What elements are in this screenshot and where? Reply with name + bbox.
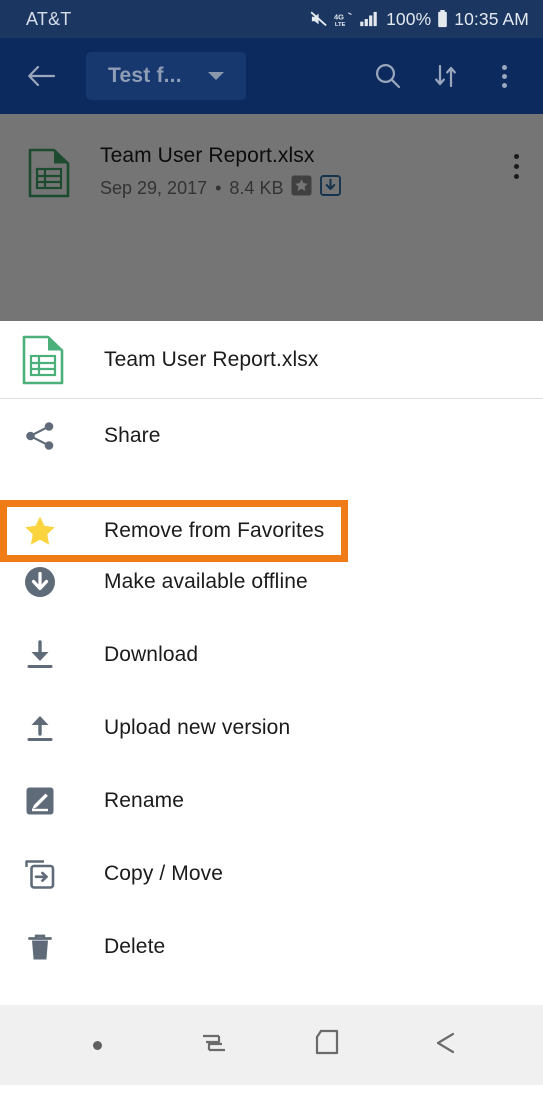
table-row[interactable]: Team User Report.xlsx Sep 29, 2017 • 8.4… — [0, 134, 543, 214]
menu-item-upload-new-version[interactable]: Upload new version — [0, 691, 543, 764]
file-subtitle: Sep 29, 2017 • 8.4 KB — [100, 175, 342, 201]
menu-item-label: Rename — [104, 788, 184, 812]
nav-recents-button[interactable] — [156, 1026, 272, 1065]
file-date-label: Sep 29, 2017 — [100, 178, 208, 198]
svg-text:LTE: LTE — [335, 22, 346, 28]
trash-icon — [22, 929, 74, 965]
menu-item-label: Copy / Move — [104, 861, 223, 885]
menu-item-label: Remove from Favorites — [104, 519, 325, 542]
copy-move-icon — [22, 856, 74, 892]
menu-item-share[interactable]: Share — [0, 399, 543, 472]
menu-item-label: Upload new version — [104, 715, 291, 739]
bottom-sheet-title: Team User Report.xlsx — [104, 347, 319, 371]
nav-dot-indicator — [40, 1040, 156, 1050]
battery-percent-label: 100% — [386, 8, 432, 29]
row-overflow-menu-icon[interactable] — [514, 142, 525, 184]
file-meta: Team User Report.xlsx Sep 29, 2017 • 8.4… — [80, 142, 342, 201]
phone-screen: AT&T 4G LTE 100% 10:35 AM Test f... Team… — [0, 0, 543, 1097]
chevron-down-icon — [207, 72, 224, 80]
menu-item-remove-from-favorites[interactable]: Remove from Favorites — [0, 500, 348, 562]
back-arrow-icon[interactable] — [18, 53, 64, 99]
offline-badge — [320, 175, 342, 201]
pencil-edit-icon — [22, 783, 74, 819]
svg-text:4G: 4G — [334, 12, 344, 21]
sort-icon[interactable] — [423, 53, 469, 99]
dot-indicator-icon — [93, 1040, 103, 1050]
menu-item-label: Share — [104, 423, 161, 447]
download-icon — [22, 637, 74, 673]
app-toolbar: Test f... — [0, 38, 543, 114]
menu-item-rename[interactable]: Rename — [0, 764, 543, 837]
file-name-label: Team User Report.xlsx — [100, 144, 315, 167]
overflow-dots — [501, 64, 507, 88]
back-icon — [428, 1026, 462, 1065]
folder-title-label: Test f... — [108, 64, 182, 87]
favorite-badge — [291, 175, 312, 201]
overflow-menu-icon[interactable] — [481, 53, 527, 99]
share-icon — [22, 418, 74, 454]
menu-item-label: Delete — [104, 934, 166, 958]
nav-home-button[interactable] — [272, 1026, 388, 1065]
page-bottom-edge — [0, 1085, 543, 1097]
mute-icon — [310, 11, 328, 27]
spreadsheet-file-icon — [22, 335, 74, 385]
battery-icon — [437, 10, 448, 28]
signal-icon — [360, 11, 380, 27]
android-navigation-bar — [0, 1005, 543, 1085]
offline-circle-download-icon — [22, 564, 74, 600]
bottom-sheet-header: Team User Report.xlsx — [0, 321, 543, 399]
recents-icon — [197, 1026, 231, 1065]
separator-dot: • — [215, 178, 222, 198]
file-list: Team User Report.xlsx Sep 29, 2017 • 8.4… — [0, 114, 543, 321]
folder-title-dropdown[interactable]: Test f... — [86, 52, 246, 100]
menu-item-label: Download — [104, 642, 199, 666]
carrier-label: AT&T — [26, 8, 72, 29]
file-size-label: 8.4 KB — [229, 178, 284, 198]
menu-item-copy-move[interactable]: Copy / Move — [0, 837, 543, 910]
star-icon — [22, 513, 74, 549]
file-action-bottom-sheet: Team User Report.xlsx Share Remove from … — [0, 321, 543, 1005]
toolbar-actions — [365, 53, 533, 99]
nav-back-button[interactable] — [387, 1026, 503, 1065]
status-bar: AT&T 4G LTE 100% 10:35 AM — [0, 0, 543, 38]
search-icon[interactable] — [365, 53, 411, 99]
menu-item-download[interactable]: Download — [0, 618, 543, 691]
clock-label: 10:35 AM — [454, 8, 529, 29]
upload-icon — [22, 710, 74, 746]
home-icon — [312, 1026, 346, 1065]
lte-icon: 4G LTE — [334, 11, 354, 28]
menu-item-delete[interactable]: Delete — [0, 910, 543, 983]
menu-item-label: Make available offline — [104, 569, 308, 593]
status-icons: 4G LTE 100% 10:35 AM — [310, 9, 529, 30]
spreadsheet-file-icon — [28, 142, 80, 203]
